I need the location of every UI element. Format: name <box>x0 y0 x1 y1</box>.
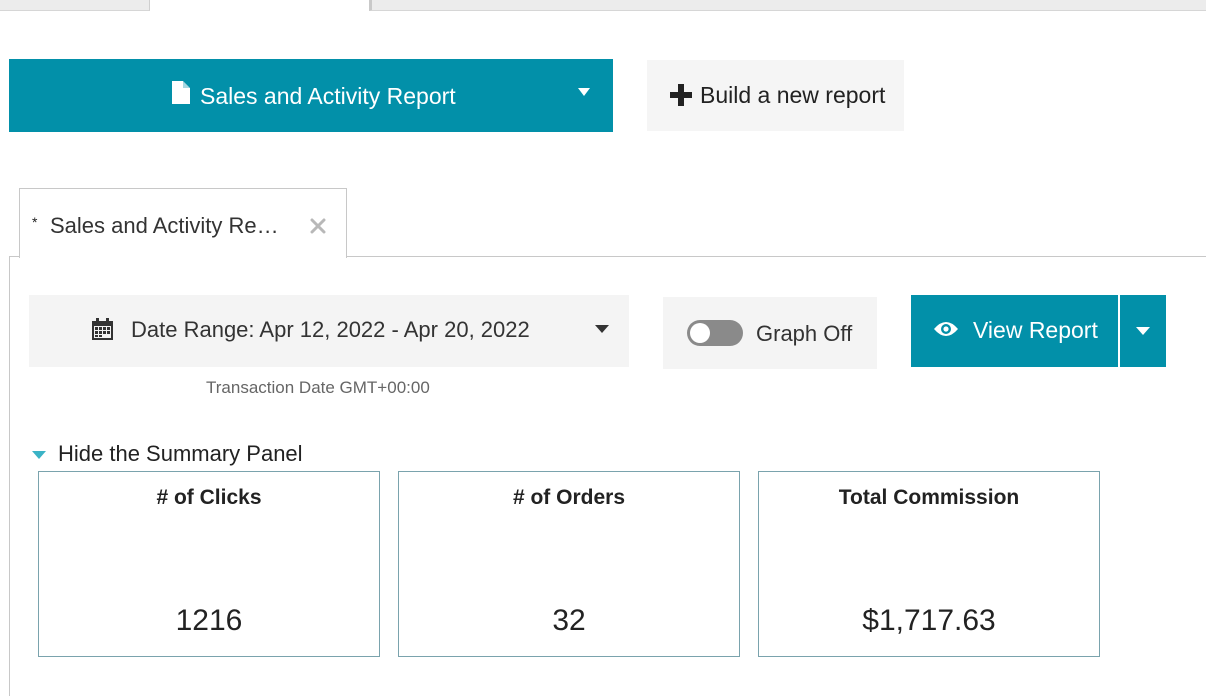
browser-tab-inactive-left[interactable] <box>0 0 150 11</box>
card-title: Total Commission <box>838 486 1020 509</box>
report-selector-dropdown[interactable]: Sales and Activity Report <box>9 59 613 132</box>
calendar-icon <box>92 318 113 340</box>
timezone-note: Transaction Date GMT+00:00 <box>206 378 430 397</box>
summary-card-total-commission: Total Commission $1,717.63 <box>758 471 1100 657</box>
chevron-down-icon <box>578 88 590 96</box>
summary-card-orders: # of Orders 32 <box>398 471 740 657</box>
graph-toggle-label: Graph Off <box>756 321 853 346</box>
eye-icon <box>934 322 958 336</box>
graph-toggle[interactable] <box>687 320 743 346</box>
tab-sales-and-activity-report[interactable]: * Sales and Activity Re… <box>19 188 347 258</box>
build-new-report-label: Build a new report <box>700 82 886 108</box>
chevron-down-icon <box>1136 327 1150 335</box>
summary-panel-toggle-label: Hide the Summary Panel <box>58 441 303 466</box>
document-icon <box>172 81 190 104</box>
card-title: # of Clicks <box>156 486 262 509</box>
top-tab-strip <box>0 0 1206 11</box>
browser-tab-inactive-right[interactable] <box>369 0 1206 11</box>
date-range-label: Date Range: Apr 12, 2022 - Apr 20, 2022 <box>131 317 530 342</box>
plus-icon <box>670 84 692 106</box>
content-panel-border <box>9 256 10 696</box>
report-selector-label: Sales and Activity Report <box>200 83 456 109</box>
date-range-picker[interactable]: Date Range: Apr 12, 2022 - Apr 20, 2022 <box>29 295 629 367</box>
view-report-options-button[interactable] <box>1120 295 1166 367</box>
summary-card-clicks: # of Clicks 1216 <box>38 471 380 657</box>
card-value: $1,717.63 <box>862 604 996 637</box>
card-value: 32 <box>552 604 586 637</box>
browser-tab-active[interactable] <box>150 0 370 11</box>
toggle-knob <box>690 323 710 343</box>
card-value: 1216 <box>175 604 243 637</box>
graph-toggle-container: Graph Off <box>663 297 877 369</box>
tab-label: Sales and Activity Re… <box>50 213 279 238</box>
view-report-label: View Report <box>973 317 1098 343</box>
triangle-down-icon <box>32 451 46 459</box>
card-title: # of Orders <box>512 486 626 509</box>
view-report-button[interactable]: View Report <box>911 295 1118 367</box>
close-icon[interactable] <box>310 218 326 234</box>
build-new-report-button[interactable]: Build a new report <box>647 60 904 131</box>
unsaved-marker: * <box>32 214 38 230</box>
chevron-down-icon <box>595 325 609 333</box>
